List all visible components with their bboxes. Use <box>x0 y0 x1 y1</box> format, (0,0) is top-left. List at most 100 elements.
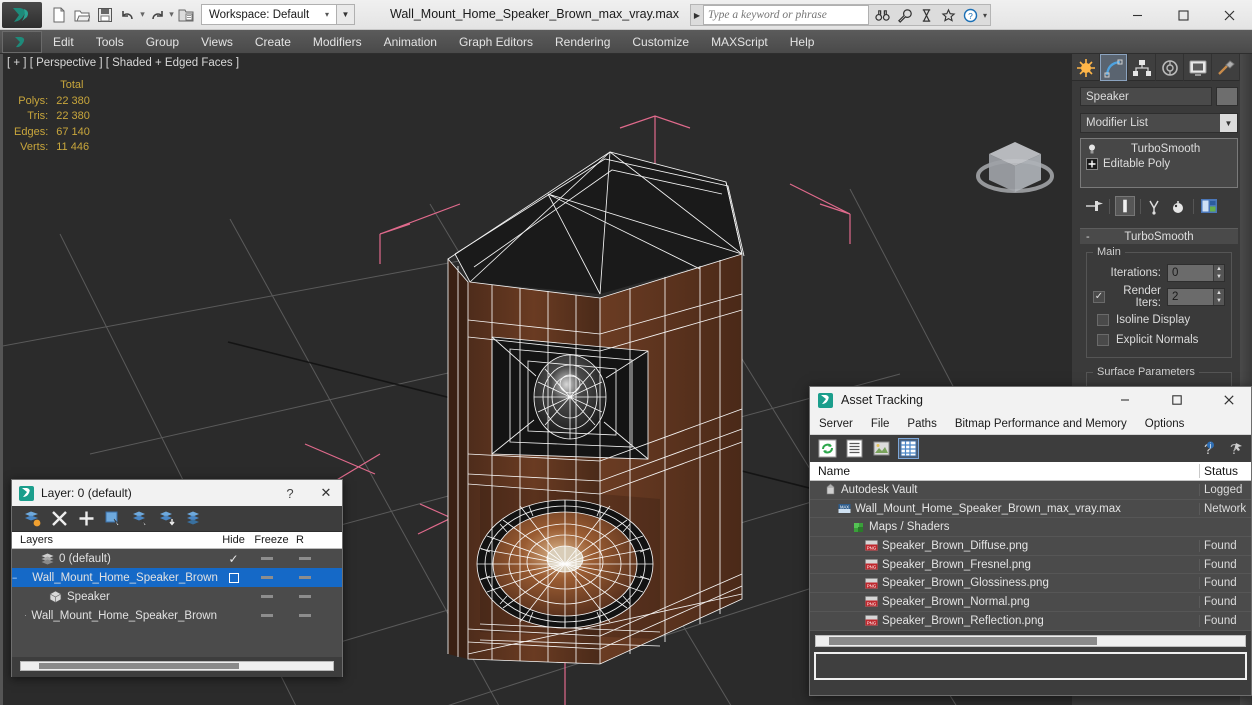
asset-menu-options[interactable]: Options <box>1136 413 1194 435</box>
layer-horizontal-scrollbar[interactable] <box>20 661 334 671</box>
binoculars-icon[interactable] <box>872 5 892 25</box>
redo-icon[interactable] <box>146 4 168 26</box>
delete-layer-icon[interactable] <box>51 510 68 527</box>
asset-row[interactable]: Maps / Shaders <box>810 518 1251 538</box>
add-to-layer-icon[interactable] <box>78 510 95 527</box>
layer-freeze-cell[interactable] <box>283 557 326 560</box>
layer-list[interactable]: 0 (default) ✓ − Wall_Mount_Home_Speaker_Bro… <box>12 549 342 657</box>
remove-modifier-icon[interactable] <box>1168 196 1188 216</box>
help-question-icon[interactable]: ? i <box>1197 439 1216 458</box>
list-view-icon[interactable] <box>845 439 864 458</box>
render-iters-spin-buttons[interactable]: ▲ ▼ <box>1213 288 1224 305</box>
object-name-field[interactable]: Speaker <box>1080 87 1212 106</box>
pin-stack-icon[interactable] <box>1084 196 1104 216</box>
layer-freeze-cell[interactable] <box>283 614 326 617</box>
layer-dialog-titlebar[interactable]: Layer: 0 (default) ? ✕ <box>12 480 342 506</box>
asset-menu-file[interactable]: File <box>862 413 899 435</box>
star-icon[interactable] <box>938 5 958 25</box>
wrench-icon[interactable] <box>894 5 914 25</box>
menu-item-maxscript[interactable]: MAXScript <box>700 30 779 54</box>
object-color-swatch[interactable] <box>1216 87 1238 106</box>
explicit-normals-row[interactable]: Explicit Normals <box>1093 330 1225 350</box>
stack-item-turbosmooth[interactable]: TurboSmooth <box>1083 141 1235 156</box>
layer-row[interactable]: Wall_Mount_Home_Speaker_Brown <box>12 606 342 625</box>
select-highlighted-icon[interactable] <box>132 510 149 527</box>
layer-freeze-cell[interactable] <box>283 576 326 579</box>
asset-maximize-button[interactable] <box>1155 387 1199 413</box>
view-cube[interactable] <box>965 128 1065 208</box>
menu-item-animation[interactable]: Animation <box>373 30 448 54</box>
undo-dropdown-caret[interactable]: ▾ <box>140 9 145 20</box>
menu-item-rendering[interactable]: Rendering <box>544 30 621 54</box>
workspace-caret-icon[interactable]: ▾ <box>320 10 334 19</box>
menu-item-customize[interactable]: Customize <box>621 30 700 54</box>
menu-app-icon[interactable] <box>2 30 42 53</box>
asset-list[interactable]: Autodesk Vault Logged MAX Wall_Mount_Home_S… <box>810 481 1251 631</box>
menu-item-help[interactable]: Help <box>779 30 826 54</box>
modifier-stack[interactable]: TurboSmooth Editable Poly <box>1080 138 1238 188</box>
display-tab[interactable] <box>1184 54 1212 81</box>
viewport-label[interactable]: [ + ] [ Perspective ] [ Shaded + Edged F… <box>7 57 239 69</box>
make-unique-icon[interactable] <box>1146 196 1166 216</box>
open-file-icon[interactable] <box>71 4 93 26</box>
close-button[interactable] <box>1206 0 1252 30</box>
help-caret-icon[interactable]: ▾ <box>982 11 987 20</box>
iterations-value[interactable]: 0 <box>1168 265 1213 281</box>
asset-row[interactable]: PNG Speaker_Brown_Glossiness.png Found <box>810 574 1251 594</box>
isoline-display-checkbox[interactable] <box>1097 314 1109 326</box>
layer-hide-cell[interactable] <box>250 557 283 560</box>
layer-hide-cell[interactable] <box>250 595 283 598</box>
layer-hide-cell[interactable] <box>250 614 283 617</box>
create-new-layer-icon[interactable] <box>24 510 41 527</box>
iterations-spin-buttons[interactable]: ▲ ▼ <box>1213 264 1224 281</box>
layer-dialog-help-button[interactable]: ? <box>277 486 303 501</box>
turbosmooth-rollout-header[interactable]: - TurboSmooth <box>1080 228 1238 244</box>
layer-row[interactable]: 0 (default) ✓ <box>12 549 342 568</box>
redo-dropdown-caret[interactable]: ▾ <box>169 9 174 20</box>
search-expand-icon[interactable]: ▶ <box>691 11 703 20</box>
rollout-collapse-icon[interactable]: - <box>1086 231 1090 243</box>
layer-row[interactable]: Speaker <box>12 587 342 606</box>
help-arrow-icon[interactable]: ? <box>1224 439 1243 458</box>
asset-scrollbar-thumb[interactable] <box>829 636 1097 645</box>
asset-tracking-titlebar[interactable]: Asset Tracking <box>810 387 1251 413</box>
menu-item-views[interactable]: Views <box>190 30 244 54</box>
asset-row[interactable]: MAX Wall_Mount_Home_Speaker_Brown_max_vra… <box>810 500 1251 519</box>
plus-box-icon[interactable] <box>1086 157 1098 170</box>
asset-row[interactable]: PNG Speaker_Brown_Normal.png Found <box>810 593 1251 612</box>
motion-tab[interactable] <box>1156 54 1184 81</box>
asset-row[interactable]: PNG Speaker_Brown_Reflection.png Found <box>810 612 1251 631</box>
utilities-tab[interactable] <box>1212 54 1240 81</box>
create-tab[interactable] <box>1072 54 1100 81</box>
asset-menu-paths[interactable]: Paths <box>898 413 945 435</box>
layer-scrollbar-thumb[interactable] <box>39 663 239 669</box>
menu-item-edit[interactable]: Edit <box>42 30 85 54</box>
layer-active-cell[interactable] <box>217 572 250 583</box>
layer-active-cell[interactable]: ✓ <box>217 552 250 566</box>
asset-tracking-dialog[interactable]: Asset Tracking Server File Paths Bitmap Per… <box>809 386 1252 696</box>
menu-item-graph-editors[interactable]: Graph Editors <box>448 30 544 54</box>
layer-hide-cell[interactable] <box>250 576 283 579</box>
workspace-dropdown-button[interactable]: ▼ <box>337 4 355 25</box>
render-iters-value[interactable]: 2 <box>1168 289 1213 305</box>
asset-status-field[interactable] <box>814 651 1247 680</box>
layer-active-box[interactable] <box>228 572 239 583</box>
app-menu-button[interactable] <box>2 1 42 28</box>
asset-row[interactable]: Autodesk Vault Logged <box>810 481 1251 500</box>
asset-menu-bitmap-performance-and-memory[interactable]: Bitmap Performance and Memory <box>946 413 1136 435</box>
show-end-result-icon[interactable] <box>1115 196 1135 216</box>
hide-unhide-icon[interactable] <box>186 510 203 527</box>
layer-dialog-close-button[interactable]: ✕ <box>310 485 342 501</box>
render-iters-checkbox[interactable]: ✓ <box>1093 290 1105 303</box>
menu-item-create[interactable]: Create <box>244 30 302 54</box>
workspace-combo[interactable]: Workspace: Default ▾ <box>201 4 337 25</box>
save-file-icon[interactable] <box>94 4 116 26</box>
highlight-selected-icon[interactable] <box>159 510 176 527</box>
configure-sets-icon[interactable] <box>1199 196 1219 216</box>
asset-close-button[interactable] <box>1207 387 1251 413</box>
menu-item-tools[interactable]: Tools <box>85 30 135 54</box>
modify-tab[interactable] <box>1100 54 1128 81</box>
search-input[interactable] <box>703 5 869 25</box>
iterations-spinner[interactable]: 0 ▲ ▼ <box>1167 263 1225 282</box>
asset-row[interactable]: PNG Speaker_Brown_Diffuse.png Found <box>810 537 1251 556</box>
